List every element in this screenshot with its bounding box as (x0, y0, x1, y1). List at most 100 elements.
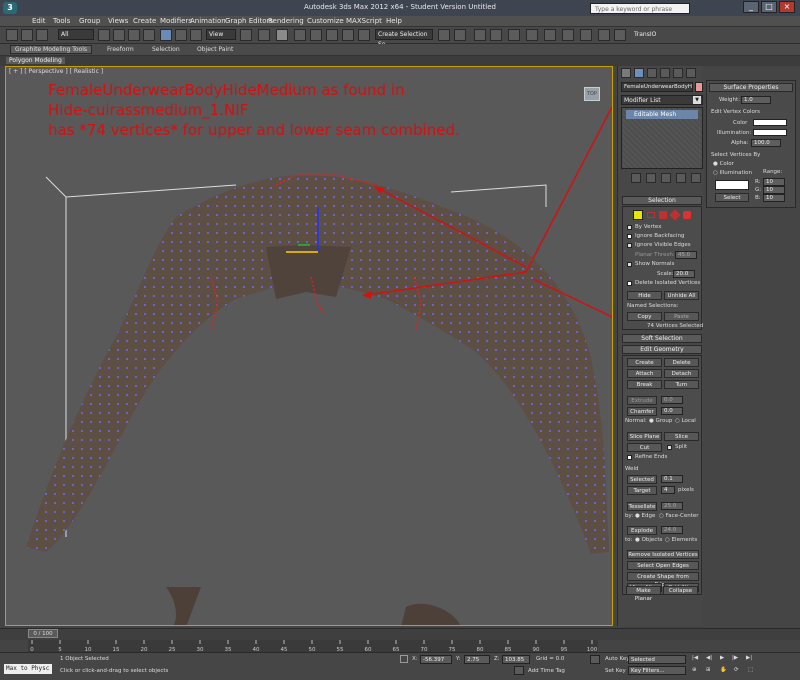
hide-button[interactable]: Hide (627, 291, 662, 300)
minimize-button[interactable]: _ (743, 1, 759, 13)
tessellate-spinner[interactable]: 25.0 (661, 502, 683, 510)
track-bar[interactable]: 0 5 10 15 20 25 30 35 40 45 50 55 60 65 70 75 80 85 90 95 10… (28, 640, 598, 652)
render-icon[interactable] (614, 29, 626, 41)
motion-tab-icon[interactable] (660, 68, 670, 78)
schematic-view-icon[interactable] (544, 29, 556, 41)
menu-help[interactable]: Help (386, 17, 402, 25)
copy-button[interactable]: Copy (627, 312, 662, 321)
slice-plane-button[interactable]: Slice Plane (627, 432, 662, 441)
unhide-all-button[interactable]: Unhide All (664, 291, 699, 300)
undo-icon[interactable] (6, 29, 18, 41)
go-to-end-icon[interactable]: ▶| (746, 655, 752, 661)
utilities-tab-icon[interactable] (686, 68, 696, 78)
time-tag-icon[interactable] (514, 666, 524, 675)
color-radio[interactable]: ● Color (713, 161, 734, 167)
align-icon[interactable] (454, 29, 466, 41)
set-key-icon[interactable] (590, 655, 600, 664)
select-rotate-icon[interactable] (175, 29, 187, 41)
orbit-icon[interactable]: ⟳ (734, 667, 739, 673)
menu-views[interactable]: Views (108, 17, 128, 25)
menu-create[interactable]: Create (133, 17, 156, 25)
refine-ends-checkbox[interactable] (627, 455, 632, 460)
turn-button[interactable]: Turn (664, 380, 699, 389)
edge-mode-icon[interactable] (647, 212, 655, 218)
remove-isolated-vertices-button[interactable]: Remove Isolated Vertices (627, 550, 699, 559)
play-icon[interactable]: ▶ (720, 655, 724, 661)
selection-rollout-header[interactable]: Selection (622, 196, 702, 205)
percent-snap-icon[interactable] (326, 29, 338, 41)
tab-selection[interactable]: Selection (152, 46, 180, 53)
range-b-spinner[interactable]: 10 (763, 194, 785, 202)
extrude-spinner[interactable]: 0.0 (661, 396, 683, 404)
previous-frame-icon[interactable]: ◀| (706, 655, 712, 661)
soft-selection-rollout-header[interactable]: Soft Selection (622, 334, 702, 343)
render-setup-icon[interactable] (580, 29, 592, 41)
chamfer-button[interactable]: Chamfer (627, 407, 657, 416)
face-mode-icon[interactable] (659, 211, 667, 219)
select-by-name-icon[interactable] (113, 29, 125, 41)
delete-isolated-checkbox[interactable] (627, 281, 632, 286)
show-normals-checkbox[interactable] (627, 262, 632, 267)
display-tab-icon[interactable] (673, 68, 683, 78)
select-open-edges-button[interactable]: Select Open Edges (627, 561, 699, 570)
z-coord-field[interactable]: 103.85 (502, 655, 530, 664)
selection-filter-dropdown[interactable]: All (58, 29, 94, 40)
planar-thresh-spinner[interactable]: 45.0 (675, 251, 697, 259)
polygon-mode-icon[interactable] (669, 209, 681, 221)
time-slider[interactable]: 0 / 100 (28, 629, 58, 638)
select-by-color-button[interactable]: Select (715, 193, 749, 202)
target-pixels-spinner[interactable]: 4 (661, 486, 675, 494)
slice-button[interactable]: Slice (664, 432, 699, 441)
make-planar-button[interactable]: Make Planar (626, 586, 661, 602)
illumination-color-swatch[interactable] (753, 129, 787, 136)
perspective-viewport[interactable]: [ + ] [ Perspective ] [ Realistic ] Fema… (5, 66, 613, 626)
keyboard-shortcut-icon[interactable] (276, 29, 288, 41)
create-tab-icon[interactable] (621, 68, 631, 78)
pan-icon[interactable]: ✋ (720, 667, 727, 673)
curve-editor-icon[interactable] (526, 29, 538, 41)
menu-edit[interactable]: Edit (32, 17, 46, 25)
modifier-list-dropdown[interactable]: Modifier List ▼ (621, 95, 703, 105)
select-scale-icon[interactable] (190, 29, 202, 41)
paste-button[interactable]: Paste (664, 312, 699, 321)
polygon-modeling-label[interactable]: Polygon Modeling (6, 57, 65, 64)
material-editor-icon[interactable] (562, 29, 574, 41)
modify-tab-icon[interactable] (634, 68, 644, 78)
maximize-button[interactable]: □ (761, 1, 777, 13)
select-color-swatch[interactable] (715, 180, 749, 190)
hierarchy-tab-icon[interactable] (647, 68, 657, 78)
tab-freeform[interactable]: Freeform (107, 46, 134, 53)
menu-graph-editors[interactable]: Graph Editors (225, 17, 273, 25)
next-frame-icon[interactable]: |▶ (732, 655, 738, 661)
key-filters-button[interactable]: Key Filters... (628, 666, 686, 675)
object-color-swatch[interactable] (695, 82, 703, 92)
zoom-all-icon[interactable]: ⊞ (706, 667, 711, 673)
ignore-visible-edges-checkbox[interactable] (627, 243, 632, 248)
viewcube[interactable]: TOP (584, 87, 600, 101)
make-unique-icon[interactable] (661, 173, 671, 183)
menu-maxscript[interactable]: MAXScript (346, 17, 382, 25)
chamfer-spinner[interactable]: 0.0 (661, 407, 683, 415)
spinner-snap-icon[interactable] (342, 29, 354, 41)
vertex-color-swatch[interactable] (753, 119, 787, 126)
scale-spinner[interactable]: 20.0 (673, 270, 695, 278)
set-key-button[interactable]: Set Key (605, 668, 626, 674)
surface-properties-header[interactable]: Surface Properties (709, 83, 793, 92)
delete-button[interactable]: Delete (664, 358, 699, 367)
menu-group[interactable]: Group (79, 17, 100, 25)
local-radio[interactable]: ○ Local (675, 418, 696, 424)
pin-stack-icon[interactable] (631, 173, 641, 183)
illumination-radio[interactable]: ○ Illumination (713, 170, 752, 176)
break-button[interactable]: Break (627, 380, 662, 389)
window-crossing-icon[interactable] (143, 29, 155, 41)
edit-named-selection-icon[interactable] (358, 29, 370, 41)
ref-coord-dropdown[interactable]: View (206, 29, 236, 40)
search-input[interactable]: Type a keyword or phrase (590, 3, 690, 14)
vertex-mode-icon[interactable] (633, 210, 643, 220)
weld-selected-button[interactable]: Selected (627, 475, 657, 484)
by-vertex-checkbox[interactable] (627, 225, 632, 230)
face-center-radio[interactable]: ○ Face-Center (659, 513, 699, 519)
range-r-spinner[interactable]: 10 (763, 178, 785, 186)
create-shape-from-edges-button[interactable]: Create Shape from Edges (627, 572, 699, 588)
detach-button[interactable]: Detach (664, 369, 699, 378)
